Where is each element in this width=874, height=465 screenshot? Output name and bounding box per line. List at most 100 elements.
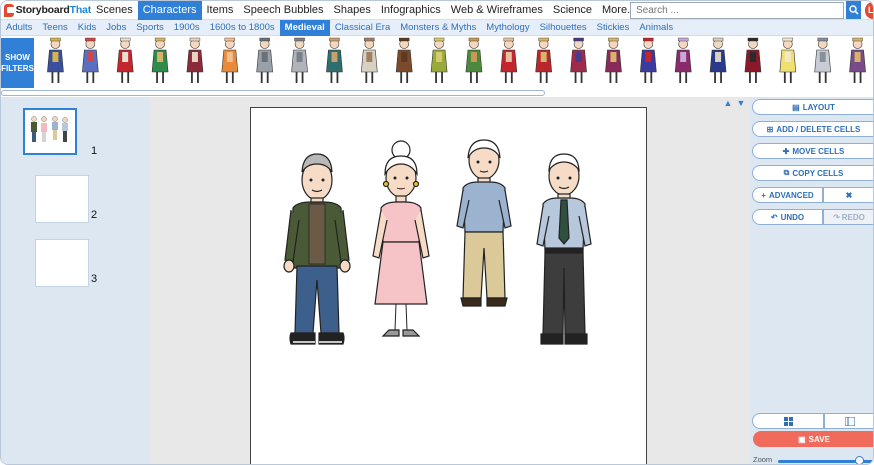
character-thumbnail[interactable] <box>256 37 274 83</box>
nav-tab-web-wireframes[interactable]: Web & Wireframes <box>446 1 548 20</box>
category-tab-classical-era[interactable]: Classical Era <box>330 20 395 36</box>
character-thumbnails <box>47 37 866 83</box>
zoom-label: Zoom <box>753 455 773 464</box>
character-thumbnail[interactable] <box>639 37 657 83</box>
character-thumbnail[interactable] <box>47 37 64 83</box>
list-view-button[interactable] <box>824 413 873 429</box>
search-icon <box>848 5 859 15</box>
category-tab-jobs[interactable]: Jobs <box>101 20 131 36</box>
cell-thumbnail-1[interactable] <box>23 108 77 155</box>
nav-tab-label: Web & Wireframes <box>450 3 543 16</box>
category-tab-medieval[interactable]: Medieval <box>279 19 330 36</box>
fullscreen-button[interactable]: ✖ <box>823 187 873 203</box>
category-tab-sports[interactable]: Sports <box>131 20 168 36</box>
logo-icon <box>4 3 15 17</box>
nav-tab-science[interactable]: Science <box>548 1 597 20</box>
save-label: SAVE <box>808 434 830 444</box>
save-button[interactable]: ▣ SAVE <box>753 431 873 447</box>
character-thumbnail[interactable] <box>465 37 483 83</box>
show-filters-button[interactable]: SHOW FILTERS <box>1 38 34 88</box>
search-input[interactable] <box>630 2 844 19</box>
nav-tab-label: Scenes <box>96 3 133 16</box>
category-tab-kids[interactable]: Kids <box>73 20 101 36</box>
character-thumbnail[interactable] <box>151 37 169 83</box>
grid-view-button[interactable] <box>752 413 824 429</box>
character-thumbnail[interactable] <box>291 37 308 83</box>
nav-tab-infographics[interactable]: Infographics <box>376 1 446 20</box>
layout-label: LAYOUT <box>802 102 835 112</box>
category-tab-mythology[interactable]: Mythology <box>481 20 534 36</box>
top-nav-items: Scenes Characters Items Speech Bubbles Shape… <box>91 1 651 20</box>
user-avatar[interactable]: L <box>865 2 873 19</box>
copy-cells-button[interactable]: ⧉ COPY CELLS <box>752 165 873 181</box>
character-thumbnail[interactable] <box>744 37 762 83</box>
nav-tab-label: Speech Bubbles <box>243 3 324 16</box>
character-thumbnail[interactable] <box>535 37 553 83</box>
canvas-scene <box>283 139 592 345</box>
character-thumbnail[interactable] <box>849 37 866 83</box>
character-thumbnail[interactable] <box>395 37 413 83</box>
character-thumbnail[interactable] <box>674 37 692 83</box>
move-cells-button[interactable]: ✚ MOVE CELLS <box>752 143 873 159</box>
category-tab-adults[interactable]: Adults <box>1 20 37 36</box>
nav-tab-characters[interactable]: Characters <box>137 1 202 20</box>
category-tab-stickies[interactable]: Stickies <box>592 20 635 36</box>
cell-thumbnail-3[interactable] <box>35 239 89 287</box>
logo[interactable]: StoryboardThat <box>1 1 91 20</box>
storyboard-cell-canvas[interactable] <box>250 107 647 464</box>
character-thumbnail[interactable] <box>81 37 99 83</box>
character-thumbnail[interactable] <box>605 37 622 83</box>
category-tab-animals[interactable]: Animals <box>634 20 678 36</box>
layout-button[interactable]: ▤ LAYOUT <box>752 99 873 115</box>
category-tab-teens[interactable]: Teens <box>37 20 72 36</box>
nav-tab-label: Infographics <box>380 3 441 16</box>
library-scrollbar[interactable] <box>1 90 545 96</box>
undo-button[interactable]: ↶ UNDO <box>752 209 823 225</box>
copy-cells-label: COPY CELLS <box>792 168 844 178</box>
character-woman-pink-dress[interactable] <box>372 140 430 337</box>
character-thumbnail[interactable] <box>779 37 797 83</box>
character-thumbnail[interactable] <box>326 37 343 83</box>
arrow-down-icon[interactable]: ▼ <box>736 98 746 108</box>
add-cells-icon: ⊞ <box>766 124 774 134</box>
nav-tab-speech-bubbles[interactable]: Speech Bubbles <box>238 1 328 20</box>
search-button[interactable] <box>846 1 861 19</box>
view-toggle <box>752 413 873 429</box>
character-thumbnail[interactable] <box>186 37 204 83</box>
redo-button[interactable]: ↷ REDO <box>823 209 873 225</box>
nav-tab-shapes[interactable]: Shapes <box>329 1 376 20</box>
character-thumbnail[interactable] <box>360 37 378 83</box>
character-thumbnail[interactable] <box>570 37 587 83</box>
logo-text-a: Storyboard <box>15 4 70 16</box>
character-thumbnail[interactable] <box>221 37 239 83</box>
arrow-up-icon[interactable]: ▲ <box>723 98 733 108</box>
top-nav: StoryboardThat Scenes Characters Items Spee… <box>1 1 873 20</box>
character-thumbnail[interactable] <box>116 37 134 83</box>
redo-label: REDO <box>841 212 865 222</box>
cell-thumbnail-2[interactable] <box>35 175 89 223</box>
zoom-slider-handle[interactable] <box>855 456 865 464</box>
nav-tab-label: Science <box>552 3 593 16</box>
nav-tab-scenes[interactable]: Scenes <box>91 1 138 20</box>
character-thumbnail[interactable] <box>430 37 448 83</box>
character-thumbnail[interactable] <box>500 37 518 83</box>
nav-tab-items[interactable]: Items <box>202 1 239 20</box>
advanced-button[interactable]: + ADVANCED <box>752 187 823 203</box>
category-tab-silhouettes[interactable]: Silhouettes <box>535 20 592 36</box>
character-man-blue-shirt[interactable] <box>456 139 512 307</box>
character-man-tie[interactable] <box>536 153 592 345</box>
add-delete-cells-button[interactable]: ⊞ ADD / DELETE CELLS <box>752 121 873 137</box>
category-tab-1900s[interactable]: 1900s <box>169 20 205 36</box>
layout-icon: ▤ <box>792 102 800 112</box>
redo-icon: ↷ <box>833 212 840 222</box>
grid-icon <box>783 416 793 426</box>
cell-number-3: 3 <box>91 273 98 285</box>
list-view-icon <box>844 416 855 426</box>
character-thumbnail[interactable] <box>709 37 727 83</box>
category-tab-monsters-myths[interactable]: Monsters & Myths <box>395 20 481 36</box>
category-tab-1600s-to-1800s[interactable]: 1600s to 1800s <box>205 20 280 36</box>
save-icon: ▣ <box>798 434 806 444</box>
nav-tab-label: Items <box>206 3 234 16</box>
character-man-green-jacket[interactable] <box>283 153 351 345</box>
character-thumbnail[interactable] <box>814 37 832 83</box>
